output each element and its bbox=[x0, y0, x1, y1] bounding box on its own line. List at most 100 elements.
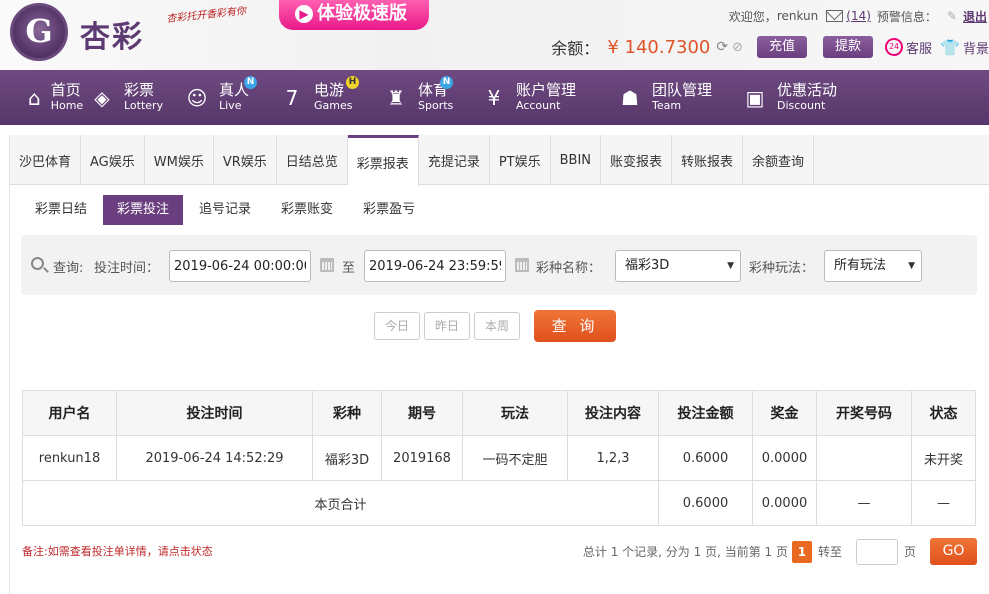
today-button[interactable]: 今日 bbox=[374, 312, 420, 340]
background-label: 背景 bbox=[962, 41, 989, 57]
start-time-input[interactable] bbox=[169, 250, 311, 282]
subtab-1[interactable]: 彩票投注 bbox=[103, 195, 184, 225]
cell-issue: 2019168 bbox=[381, 435, 463, 481]
subtab-0[interactable]: 彩票日结 bbox=[21, 195, 101, 225]
background-link[interactable]: 👕 背景 bbox=[940, 38, 989, 57]
tab-2[interactable]: WM娱乐 bbox=[145, 135, 214, 185]
col-status: 状态 bbox=[911, 390, 976, 436]
subtab-3[interactable]: 彩票账变 bbox=[267, 195, 347, 225]
lottery-name-select[interactable]: 福彩3D ▼ bbox=[615, 250, 741, 282]
nav-label: 团队管理 Team bbox=[652, 82, 712, 113]
total-label: 本页合计 bbox=[22, 480, 659, 526]
subtab-2[interactable]: 追号记录 bbox=[185, 195, 265, 225]
nav-item-discount[interactable]: ▣ 优惠活动 Discount bbox=[727, 70, 857, 125]
cell-bet-content: 1,2,3 bbox=[567, 435, 659, 481]
subtab-4[interactable]: 彩票盈亏 bbox=[349, 195, 429, 225]
edit-icon[interactable]: ✎ bbox=[947, 9, 957, 23]
tab-7[interactable]: PT娱乐 bbox=[490, 135, 551, 185]
nav-item-home[interactable]: ⌂ 首页 Home bbox=[0, 70, 83, 125]
nav-label-en: Sports bbox=[418, 99, 454, 112]
user-bar: 欢迎您， renkun (14) 预警信息： ✎ 退出 bbox=[689, 6, 989, 26]
tab-1[interactable]: AG娱乐 bbox=[81, 135, 145, 185]
calendar-icon[interactable] bbox=[320, 258, 334, 272]
cell-prize: 0.0000 bbox=[752, 435, 817, 481]
nav-label-en: Live bbox=[219, 99, 242, 112]
nav-item-team[interactable]: ☗ 团队管理 Team bbox=[602, 70, 727, 125]
tab-5[interactable]: 彩票报表 bbox=[347, 135, 419, 186]
welcome-text: 欢迎您， bbox=[728, 9, 777, 24]
play-type-select[interactable]: 所有玩法 ▼ bbox=[824, 250, 922, 282]
chevron-down-icon: ▼ bbox=[727, 261, 734, 271]
cell-bet-time: 2019-06-24 14:52:29 bbox=[116, 435, 313, 481]
total-draw: — bbox=[816, 480, 912, 526]
bet-records-table: 用户名 投注时间 彩种 期号 玩法 投注内容 投注金额 奖金 开奖号码 状态 r… bbox=[22, 390, 976, 526]
nav-label: 账户管理 Account bbox=[516, 82, 576, 113]
col-bet-content: 投注内容 bbox=[567, 390, 659, 436]
tab-9[interactable]: 账变报表 bbox=[601, 135, 673, 185]
nav-label-en: Account bbox=[516, 99, 561, 112]
content-panel: 沙巴体育 AG娱乐 WM娱乐 VR娱乐 日结总览 彩票报表 充提记录 PT娱乐 BBIN 账变报表… bbox=[9, 135, 989, 594]
slogan: 杏彩托开香彩有你 bbox=[165, 5, 247, 26]
promo-fast-version-button[interactable]: ▶ 体验极速版 bbox=[279, 0, 429, 30]
nav-item-account[interactable]: ¥ 账户管理 Account bbox=[466, 70, 602, 125]
nav-item-lottery[interactable]: ◈ 彩票 Lottery bbox=[74, 70, 169, 125]
cell-draw-number bbox=[816, 435, 912, 481]
play-type-label: 彩种玩法： bbox=[749, 261, 815, 276]
new-badge: N bbox=[244, 76, 257, 89]
yen-icon: ¥ bbox=[487, 85, 501, 110]
query-button[interactable]: 查 询 bbox=[534, 310, 616, 342]
col-prize: 奖金 bbox=[752, 390, 817, 436]
total-prize: 0.0000 bbox=[752, 480, 817, 526]
jump-page-input[interactable] bbox=[855, 538, 898, 565]
shirt-icon: 👕 bbox=[940, 37, 960, 57]
logout-link[interactable]: 退出 bbox=[963, 8, 987, 25]
tab-0[interactable]: 沙巴体育 bbox=[10, 135, 82, 185]
mail-icon[interactable] bbox=[826, 10, 844, 22]
nav-item-live[interactable]: ☺ 真人 Live N bbox=[169, 70, 264, 125]
mail-count-link[interactable]: (14) bbox=[846, 9, 871, 23]
table-header-row: 用户名 投注时间 彩种 期号 玩法 投注内容 投注金额 奖金 开奖号码 状态 bbox=[22, 390, 976, 436]
detail-note: 备注:如需查看投注单详情，请点击状态 bbox=[22, 545, 213, 558]
col-draw-number: 开奖号码 bbox=[816, 390, 912, 436]
deposit-button[interactable]: 充值 bbox=[757, 36, 808, 58]
support-24-icon: 24 bbox=[885, 38, 904, 56]
hide-balance-icon[interactable]: ⊘ bbox=[732, 40, 743, 55]
tab-4[interactable]: 日结总览 bbox=[277, 135, 348, 185]
tab-11[interactable]: 余额查询 bbox=[743, 135, 815, 185]
refresh-icon[interactable]: ⟳ bbox=[716, 39, 728, 55]
header: G 杏彩 杏彩托开香彩有你 ▶ 体验极速版 欢迎您， renkun (14) 预… bbox=[0, 0, 989, 70]
cell-play: 一码不定胆 bbox=[462, 435, 568, 481]
col-play: 玩法 bbox=[462, 390, 568, 436]
tab-10[interactable]: 转账报表 bbox=[672, 135, 744, 185]
logo-icon[interactable]: G bbox=[10, 3, 68, 61]
page-1-button[interactable]: 1 bbox=[791, 540, 812, 563]
end-time-input[interactable] bbox=[364, 250, 506, 282]
tab-3[interactable]: VR娱乐 bbox=[214, 135, 277, 185]
nav-label-en: Games bbox=[314, 99, 353, 112]
bet-time-label: 投注时间： bbox=[94, 261, 160, 276]
customer-service-link[interactable]: 24 客服 bbox=[885, 38, 932, 57]
play-type-value: 所有玩法 bbox=[834, 258, 887, 273]
nav-item-sports[interactable]: ♜ 体育 Sports N bbox=[368, 70, 466, 125]
this-week-button[interactable]: 本周 bbox=[474, 312, 520, 340]
yesterday-button[interactable]: 昨日 bbox=[424, 312, 470, 340]
username: renkun bbox=[776, 9, 819, 23]
logo-text[interactable]: 杏彩 bbox=[80, 12, 144, 56]
col-username: 用户名 bbox=[22, 390, 117, 436]
col-lottery: 彩种 bbox=[312, 390, 382, 436]
table-total-row: 本页合计 0.6000 0.0000 — — bbox=[22, 480, 976, 526]
ticket-icon: ◈ bbox=[94, 85, 110, 110]
withdraw-button[interactable]: 提款 bbox=[823, 36, 874, 58]
calendar-icon[interactable] bbox=[515, 258, 529, 272]
go-button[interactable]: GO bbox=[930, 538, 977, 565]
tab-6[interactable]: 充提记录 bbox=[419, 135, 490, 185]
total-status: — bbox=[911, 480, 976, 526]
to-label: 至 bbox=[342, 261, 356, 276]
nav-item-games[interactable]: 7 电游 Games H bbox=[264, 70, 368, 125]
pagination-summary: 总计 1 个记录, 分为 1 页, 当前第 1 页 bbox=[582, 545, 788, 559]
main-nav: ⌂ 首页 Home ◈ 彩票 Lottery ☺ 真人 Live N 7 电游 Games H ♜ 体育 Spo… bbox=[0, 70, 989, 125]
page-label: 页 bbox=[903, 545, 916, 559]
nav-label-cn: 优惠活动 bbox=[777, 81, 838, 99]
status-link[interactable]: 未开奖 bbox=[911, 435, 976, 481]
tab-8[interactable]: BBIN bbox=[551, 135, 602, 185]
